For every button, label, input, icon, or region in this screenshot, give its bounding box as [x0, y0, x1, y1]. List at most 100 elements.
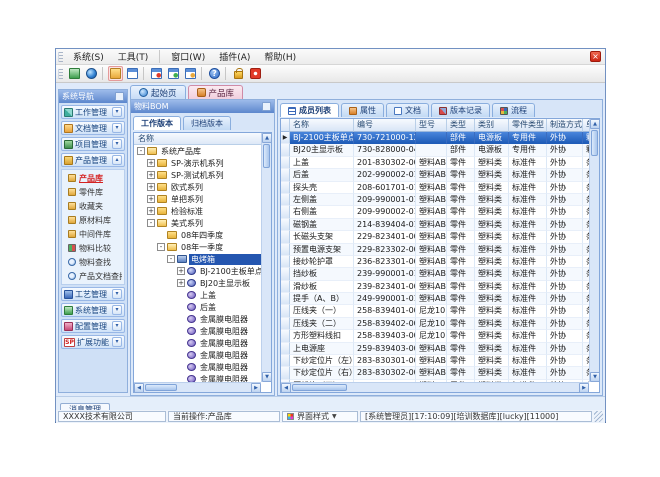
table-row[interactable]: ▶ 磁钢盖 214-839404-01I 塑料ABS 零件 塑料类 标准件 外协… — [281, 219, 589, 231]
lock-icon[interactable] — [231, 66, 246, 81]
tree-item[interactable]: 08年四季度 — [134, 229, 261, 241]
sidebar-group-button[interactable]: 文档管理 — [61, 121, 125, 135]
table-row[interactable]: ▶ BJ20主显示板 730-828000-04I 部件 电源板 专用件 外协 … — [281, 144, 589, 156]
pin-icon[interactable] — [262, 102, 271, 111]
panel-tab[interactable]: 文档 — [386, 103, 429, 117]
exit-icon[interactable] — [248, 66, 263, 81]
sidebar-group-button[interactable]: 系统管理 — [61, 303, 125, 317]
column-header[interactable]: 制造方式 — [547, 119, 583, 132]
row-selector-cell[interactable]: ▶ — [281, 318, 290, 330]
chevron-down-icon[interactable] — [112, 139, 122, 149]
tree-column-header[interactable]: 名称 — [134, 133, 261, 145]
panel-tab[interactable]: 流程 — [492, 103, 535, 117]
scroll-right-icon[interactable]: ▶ — [579, 383, 589, 393]
toolbar-grip-handle[interactable] — [58, 69, 63, 79]
scroll-left-icon[interactable]: ◀ — [134, 383, 144, 393]
chevron-down-icon[interactable] — [112, 321, 122, 331]
sidebar-group-button[interactable]: 配置管理 — [61, 319, 125, 333]
close-tab-button[interactable]: × — [590, 51, 601, 62]
table-row[interactable]: ▶ 后盖 202-990002-01I 塑料ABS 零件 塑料类 标准件 外协 … — [281, 169, 589, 181]
row-selector-cell[interactable]: ▶ — [281, 256, 290, 268]
document-tab[interactable]: 产品库 — [188, 85, 244, 99]
new-window-icon[interactable] — [183, 66, 198, 81]
table-row[interactable]: ▶ 探头壳 208-601701-01I 塑料ABS 零件 塑料类 标准件 外协… — [281, 182, 589, 194]
column-header[interactable]: 名称 — [290, 119, 354, 132]
table-row[interactable]: ▶ 滑纱板 239-823401-00I 塑料ABS 零件 塑料类 标准件 外协… — [281, 281, 589, 293]
menu-grip-handle[interactable] — [58, 52, 63, 62]
scroll-up-icon[interactable]: ▲ — [262, 133, 272, 143]
version-tab[interactable]: 归档版本 — [183, 116, 231, 130]
table-row[interactable]: ▶ 下纱定位片（右） 283-830302-00I 塑料ABS 零件 塑料类 标… — [281, 367, 589, 379]
tree-expander-icon[interactable]: + — [147, 195, 155, 203]
row-selector-cell[interactable]: ▶ — [281, 355, 290, 367]
tree-item[interactable]: 金属膜电阻器 — [134, 313, 261, 325]
pin-icon[interactable] — [115, 92, 124, 101]
tree-expander-icon[interactable]: - — [167, 255, 175, 263]
tree-horizontal-scrollbar[interactable]: ◀ ▶ — [134, 382, 261, 392]
tree-expander-icon[interactable]: + — [147, 159, 155, 167]
tree-expander-icon[interactable]: - — [137, 147, 145, 155]
row-selector-cell[interactable]: ▶ — [281, 367, 290, 379]
sidebar-group-button[interactable]: SP 扩展功能 — [61, 335, 125, 349]
tree-item[interactable]: + BJ-2100主板单点 — [134, 265, 261, 277]
tree-item[interactable]: 后盖 — [134, 301, 261, 313]
tree-item[interactable]: + 欧式系列 — [134, 181, 261, 193]
system-monitor-icon[interactable] — [67, 66, 82, 81]
tree-item[interactable]: - 08年一季度 — [134, 241, 261, 253]
menu-item[interactable]: 帮助(H) — [257, 49, 303, 64]
tree-item[interactable]: + SP-测试机系列 — [134, 169, 261, 181]
tree-item[interactable]: + SP-演示机系列 — [134, 157, 261, 169]
column-header[interactable]: 类型 — [447, 119, 475, 132]
row-selector-cell[interactable]: ▶ — [281, 206, 290, 218]
sidebar-item[interactable]: 原材料库 — [62, 213, 124, 227]
panel-tab[interactable]: 成员列表 — [280, 103, 339, 117]
close-window-icon[interactable] — [149, 66, 164, 81]
sidebar-item[interactable]: 物料查找 — [62, 255, 124, 269]
sidebar-item[interactable]: 产品库 — [62, 171, 124, 185]
row-selector-cell[interactable]: ▶ — [281, 219, 290, 231]
tree-expander-icon[interactable]: - — [147, 219, 155, 227]
document-tab[interactable]: 起始页 — [130, 85, 186, 99]
sidebar-group-button[interactable]: 工艺管理 — [61, 287, 125, 301]
row-selector-cell[interactable]: ▶ — [281, 293, 290, 305]
row-selector-cell[interactable]: ▶ — [281, 330, 290, 342]
tree-item[interactable]: 金属膜电阻器 — [134, 337, 261, 349]
tree-item[interactable]: 金属膜电阻器 — [134, 349, 261, 361]
tree-expander-icon[interactable]: + — [177, 279, 185, 287]
sidebar-group-button[interactable]: 工作管理 — [61, 105, 125, 119]
menu-item[interactable]: 窗口(W) — [164, 49, 212, 64]
sidebar-item[interactable]: 收藏夹 — [62, 199, 124, 213]
table-row[interactable]: ▶ 方形塑料线扣 258-839403-00I 尼龙1010 零件 塑料类 标准… — [281, 330, 589, 342]
scroll-right-icon[interactable]: ▶ — [251, 383, 261, 393]
menu-item[interactable]: 插件(A) — [212, 49, 257, 64]
table-vertical-scrollbar[interactable]: ▲ ▼ — [589, 119, 599, 382]
table-row[interactable]: ▶ 长磁头支架 229-823401-00I 塑料ABS 零件 塑料类 标准件 … — [281, 231, 589, 243]
table-row[interactable]: ▶ 左侧盖 209-990001-01I 塑料ABS 零件 塑料类 标准件 外协… — [281, 194, 589, 206]
table-row[interactable]: ▶ 挡纱板 239-990001-01I 塑料ABS 零件 塑料类 标准件 外协… — [281, 268, 589, 280]
open-folder-icon[interactable] — [108, 66, 123, 81]
scroll-down-icon[interactable]: ▼ — [590, 372, 600, 382]
tree-item[interactable]: - 美式系列 — [134, 217, 261, 229]
globe-icon[interactable] — [84, 66, 99, 81]
ui-style-dropdown[interactable]: 界面样式 ▼ — [282, 411, 358, 422]
version-tab[interactable]: 工作版本 — [133, 116, 181, 130]
chevron-down-icon[interactable] — [112, 337, 122, 347]
scroll-down-icon[interactable]: ▼ — [262, 372, 272, 382]
chevron-down-icon[interactable] — [112, 289, 122, 299]
row-selector-cell[interactable]: ▶ — [281, 281, 290, 293]
chevron-up-icon[interactable] — [112, 155, 122, 165]
sidebar-item[interactable]: 物料比较 — [62, 241, 124, 255]
table-horizontal-scrollbar[interactable]: ◀ ▶ — [281, 382, 589, 392]
row-selector-cell[interactable]: ▶ — [281, 268, 290, 280]
table-row[interactable]: ▶ 右侧盖 209-990002-01I 塑料ABS 零件 塑料类 标准件 外协… — [281, 206, 589, 218]
tree-item[interactable]: - 系统产品库 — [134, 145, 261, 157]
table-row[interactable]: ▶ 压线夹（二） 258-839402-00I 尼龙1010 零件 塑料类 标准… — [281, 318, 589, 330]
sidebar-item[interactable]: 零件库 — [62, 185, 124, 199]
row-selector-cell[interactable]: ▶ — [281, 231, 290, 243]
table-row[interactable]: ▶ 接纱轮护罩 236-823301-00I 塑料ABS 零件 塑料类 标准件 … — [281, 256, 589, 268]
tree-expander-icon[interactable]: + — [147, 183, 155, 191]
menu-item[interactable]: 系统(S) — [66, 49, 111, 64]
refresh-window-icon[interactable] — [166, 66, 181, 81]
row-selector-cell[interactable]: ▶ — [281, 144, 290, 156]
scrollbar-thumb[interactable] — [591, 130, 598, 156]
